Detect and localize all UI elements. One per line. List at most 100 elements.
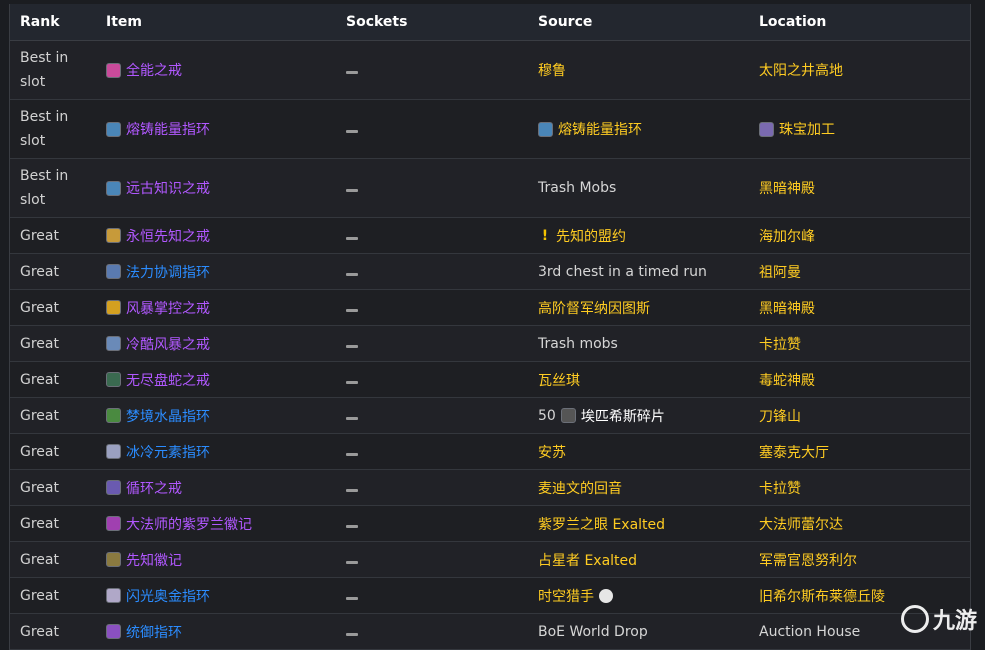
item-ring-icon[interactable] xyxy=(106,122,121,137)
rank-text: Best in slot xyxy=(20,105,80,153)
dash-icon xyxy=(346,130,358,133)
source-link[interactable]: 高阶督军纳因图斯 xyxy=(538,298,650,318)
location-link[interactable]: 旧希尔斯布莱德丘陵 xyxy=(759,586,885,606)
table-row: Best in slot 熔铸能量指环 熔铸能量指环 珠宝加工 xyxy=(10,100,970,159)
location-link[interactable]: 塞泰克大厅 xyxy=(759,442,829,462)
table-header: Rank Item Sockets Source Location xyxy=(10,4,970,41)
item-ring-icon[interactable] xyxy=(106,624,121,639)
dash-icon xyxy=(346,345,358,348)
watermark-text: 九游 xyxy=(933,603,977,635)
item-ring-icon[interactable] xyxy=(106,408,121,423)
rank-cell: Great xyxy=(10,440,106,464)
sockets-cell xyxy=(346,624,538,640)
location-cell: 毒蛇神殿 xyxy=(759,370,970,390)
source-cell: 熔铸能量指环 xyxy=(538,119,759,139)
source-link[interactable]: 穆鲁 xyxy=(538,60,566,80)
location-link[interactable]: 黑暗神殿 xyxy=(759,298,815,318)
header-sockets[interactable]: Sockets xyxy=(346,14,538,30)
item-ring-icon[interactable] xyxy=(106,264,121,279)
item-ring-icon[interactable] xyxy=(106,300,121,315)
sockets-cell xyxy=(346,408,538,424)
location-link[interactable]: 海加尔峰 xyxy=(759,226,815,246)
sockets-cell xyxy=(346,480,538,496)
item-ring-icon[interactable] xyxy=(106,63,121,78)
header-source[interactable]: Source xyxy=(538,14,759,30)
item-link[interactable]: 远古知识之戒 xyxy=(126,178,210,198)
sockets-cell xyxy=(346,552,538,568)
header-location[interactable]: Location xyxy=(759,14,970,30)
rank-text: Great xyxy=(20,480,59,496)
header-item[interactable]: Item xyxy=(106,14,346,30)
item-link[interactable]: 闪光奥金指环 xyxy=(126,586,210,606)
item-ring-icon[interactable] xyxy=(106,228,121,243)
item-ring-icon[interactable] xyxy=(106,372,121,387)
source-link[interactable]: 占星者 Exalted xyxy=(538,550,637,570)
sockets-cell xyxy=(346,228,538,244)
rank-cell: Great xyxy=(10,548,106,572)
location-link[interactable]: 毒蛇神殿 xyxy=(759,370,815,390)
item-link[interactable]: 大法师的紫罗兰徽记 xyxy=(126,514,252,534)
location-link[interactable]: 刀锋山 xyxy=(759,406,801,426)
item-link[interactable]: 无尽盘蛇之戒 xyxy=(126,370,210,390)
dash-icon xyxy=(346,489,358,492)
item-ring-icon[interactable] xyxy=(106,444,121,459)
table-row: Great大法师的紫罗兰徽记紫罗兰之眼 Exalted大法师蕾尔达 xyxy=(10,506,970,542)
source-link[interactable]: 麦迪文的回音 xyxy=(538,478,622,498)
item-ring-icon[interactable] xyxy=(106,588,121,603)
location-link[interactable]: 太阳之井高地 xyxy=(759,60,843,80)
location-link[interactable]: 大法师蕾尔达 xyxy=(759,514,843,534)
location-link[interactable]: 军需官恩努利尔 xyxy=(759,550,857,570)
item-ring-icon[interactable] xyxy=(106,552,121,567)
item-link[interactable]: 梦境水晶指环 xyxy=(126,406,210,426)
rank-cell: Best in slot xyxy=(10,164,106,212)
source-link[interactable]: 埃匹希斯碎片 xyxy=(581,406,665,426)
quest-alert-icon: ! xyxy=(538,228,552,244)
location-link[interactable]: 卡拉赞 xyxy=(759,334,801,354)
source-link[interactable]: 时空猎手 xyxy=(538,586,594,606)
item-link[interactable]: 风暴掌控之戒 xyxy=(126,298,210,318)
table-row: Great 闪光奥金指环 时空猎手 旧希尔斯布莱德丘陵 xyxy=(10,578,970,614)
source-cell: Trash Mobs xyxy=(538,180,759,196)
source-link[interactable]: 安苏 xyxy=(538,442,566,462)
table-body: Best in slot 全能之戒 穆鲁 太阳之井高地 Best in slot 熔铸能量… xyxy=(10,41,970,650)
source-link[interactable]: 先知的盟约 xyxy=(556,226,626,246)
item-link[interactable]: 法力协调指环 xyxy=(126,262,210,282)
header-rank[interactable]: Rank xyxy=(10,10,106,34)
source-link[interactable]: 瓦丝琪 xyxy=(538,370,580,390)
location-link[interactable]: 祖阿曼 xyxy=(759,262,801,282)
item-ring-icon[interactable] xyxy=(106,336,121,351)
source-item-icon[interactable] xyxy=(538,122,553,137)
table-row: Best in slot 远古知识之戒 Trash Mobs黑暗神殿 xyxy=(10,159,970,218)
item-link[interactable]: 永恒先知之戒 xyxy=(126,226,210,246)
source-link: BoE World Drop xyxy=(538,624,648,640)
rank-cell: Great xyxy=(10,584,106,608)
rank-cell: Great xyxy=(10,476,106,500)
location-link[interactable]: 黑暗神殿 xyxy=(759,178,815,198)
item-link[interactable]: 全能之戒 xyxy=(126,60,182,80)
item-ring-icon[interactable] xyxy=(106,181,121,196)
table-row: Best in slot全能之戒穆鲁太阳之井高地 xyxy=(10,41,970,100)
source-link[interactable]: 熔铸能量指环 xyxy=(558,119,642,139)
item-cell: 循环之戒 xyxy=(106,478,346,498)
sockets-cell xyxy=(346,62,538,78)
rank-text: Best in slot xyxy=(20,164,80,212)
item-link[interactable]: 熔铸能量指环 xyxy=(126,119,210,139)
table-row: Great 循环之戒 麦迪文的回音 卡拉赞 xyxy=(10,470,970,506)
profession-icon[interactable] xyxy=(759,122,774,137)
source-cell: 麦迪文的回音 xyxy=(538,478,759,498)
location-link[interactable]: 卡拉赞 xyxy=(759,478,801,498)
source-link[interactable]: 紫罗兰之眼 Exalted xyxy=(538,514,665,534)
sockets-cell xyxy=(346,336,538,352)
item-ring-icon[interactable] xyxy=(106,516,121,531)
item-link[interactable]: 冷酷风暴之戒 xyxy=(126,334,210,354)
item-link[interactable]: 循环之戒 xyxy=(126,478,182,498)
location-cell: 海加尔峰 xyxy=(759,226,970,246)
dash-icon xyxy=(346,453,358,456)
item-link[interactable]: 冰冷元素指环 xyxy=(126,442,210,462)
table-row: Great冷酷风暴之戒Trash mobs卡拉赞 xyxy=(10,326,970,362)
rank-cell: Great xyxy=(10,368,106,392)
location-link[interactable]: 珠宝加工 xyxy=(779,119,835,139)
item-link[interactable]: 先知徽记 xyxy=(126,550,182,570)
source-item-icon[interactable] xyxy=(561,408,576,423)
item-ring-icon[interactable] xyxy=(106,480,121,495)
